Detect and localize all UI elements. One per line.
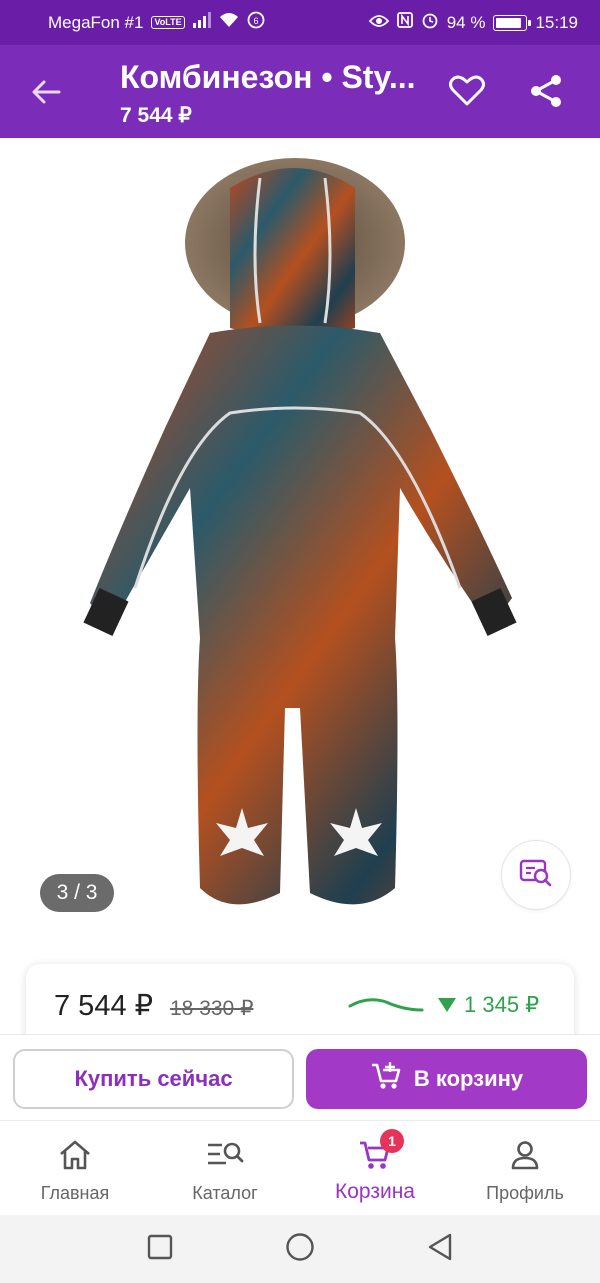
catalog-search-icon [206, 1139, 244, 1171]
page-title: Комбинезон • Sty... [120, 59, 416, 95]
share-button[interactable] [522, 69, 570, 117]
status-bar: MegaFon #1 VoLTE 6 94 % 15:19 [0, 0, 600, 45]
old-price: 18 330 ₽ [170, 997, 254, 1020]
header-price: 7 544 ₽ [120, 104, 192, 127]
nav-catalog[interactable]: Каталог [150, 1121, 300, 1216]
arrow-left-icon [31, 79, 61, 110]
battery-icon [493, 14, 532, 31]
price-drop: 1 345 ₽ [438, 992, 539, 1018]
square-icon [147, 1234, 173, 1265]
image-counter: 3 / 3 [40, 874, 114, 912]
eye-icon [368, 13, 389, 33]
price-down-icon [438, 998, 456, 1012]
add-to-cart-label: В корзину [413, 1066, 524, 1091]
image-search-icon [519, 858, 553, 893]
battery-fill [496, 17, 521, 28]
data-saver-icon: 6 [247, 11, 265, 34]
favorite-button[interactable] [443, 69, 491, 117]
nav-cart[interactable]: 1 Корзина [300, 1121, 450, 1216]
carrier-label: MegaFon #1 [48, 12, 144, 32]
clock: 15:19 [535, 12, 578, 32]
battery-percent: 94 % [446, 12, 486, 32]
current-price: 7 544 ₽ [54, 990, 154, 1022]
bottom-nav: Главная Каталог 1 Корзина Профиль [0, 1120, 600, 1215]
signal-icon [192, 12, 211, 33]
nav-home-label: Главная [40, 1183, 110, 1203]
system-nav-bar [0, 1215, 600, 1283]
nav-profile-label: Профиль [486, 1183, 564, 1203]
svg-text:6: 6 [253, 16, 258, 26]
triangle-back-icon [426, 1232, 454, 1267]
price-drop-value: 1 345 ₽ [464, 992, 540, 1017]
back-system-button[interactable] [420, 1229, 460, 1269]
buy-now-button[interactable]: Купить сейчас [13, 1049, 294, 1109]
cart-icon: 1 [358, 1129, 404, 1171]
status-left: MegaFon #1 VoLTE 6 [48, 11, 265, 34]
alarm-icon [421, 11, 439, 34]
heart-icon [449, 75, 485, 112]
home-icon [58, 1139, 92, 1171]
app-header: Комбинезон • Sty... 7 544 ₽ [0, 45, 600, 138]
product-image[interactable] [80, 148, 520, 928]
nav-home[interactable]: Главная [0, 1121, 150, 1216]
nav-cart-label: Корзина [335, 1180, 415, 1203]
nav-catalog-label: Каталог [192, 1183, 258, 1203]
cart-count-badge: 1 [380, 1129, 404, 1153]
product-gallery[interactable]: 3 / 3 [0, 138, 600, 948]
price-trend-chart-icon [348, 992, 424, 1016]
action-bar: Купить сейчас В корзину [0, 1034, 600, 1120]
volte-badge: VoLTE [151, 16, 185, 29]
cart-plus-icon [370, 1061, 402, 1097]
wifi-icon [219, 12, 239, 33]
back-button[interactable] [22, 70, 70, 118]
recents-button[interactable] [140, 1229, 180, 1269]
share-icon [528, 73, 564, 114]
profile-icon [509, 1139, 541, 1171]
image-search-button[interactable] [501, 840, 571, 910]
add-to-cart-button[interactable]: В корзину [306, 1049, 587, 1109]
nav-profile[interactable]: Профиль [450, 1121, 600, 1216]
home-system-button[interactable] [280, 1229, 320, 1269]
circle-icon [285, 1232, 315, 1267]
status-right: 94 % 15:19 [368, 11, 578, 34]
nfc-icon [396, 12, 413, 33]
